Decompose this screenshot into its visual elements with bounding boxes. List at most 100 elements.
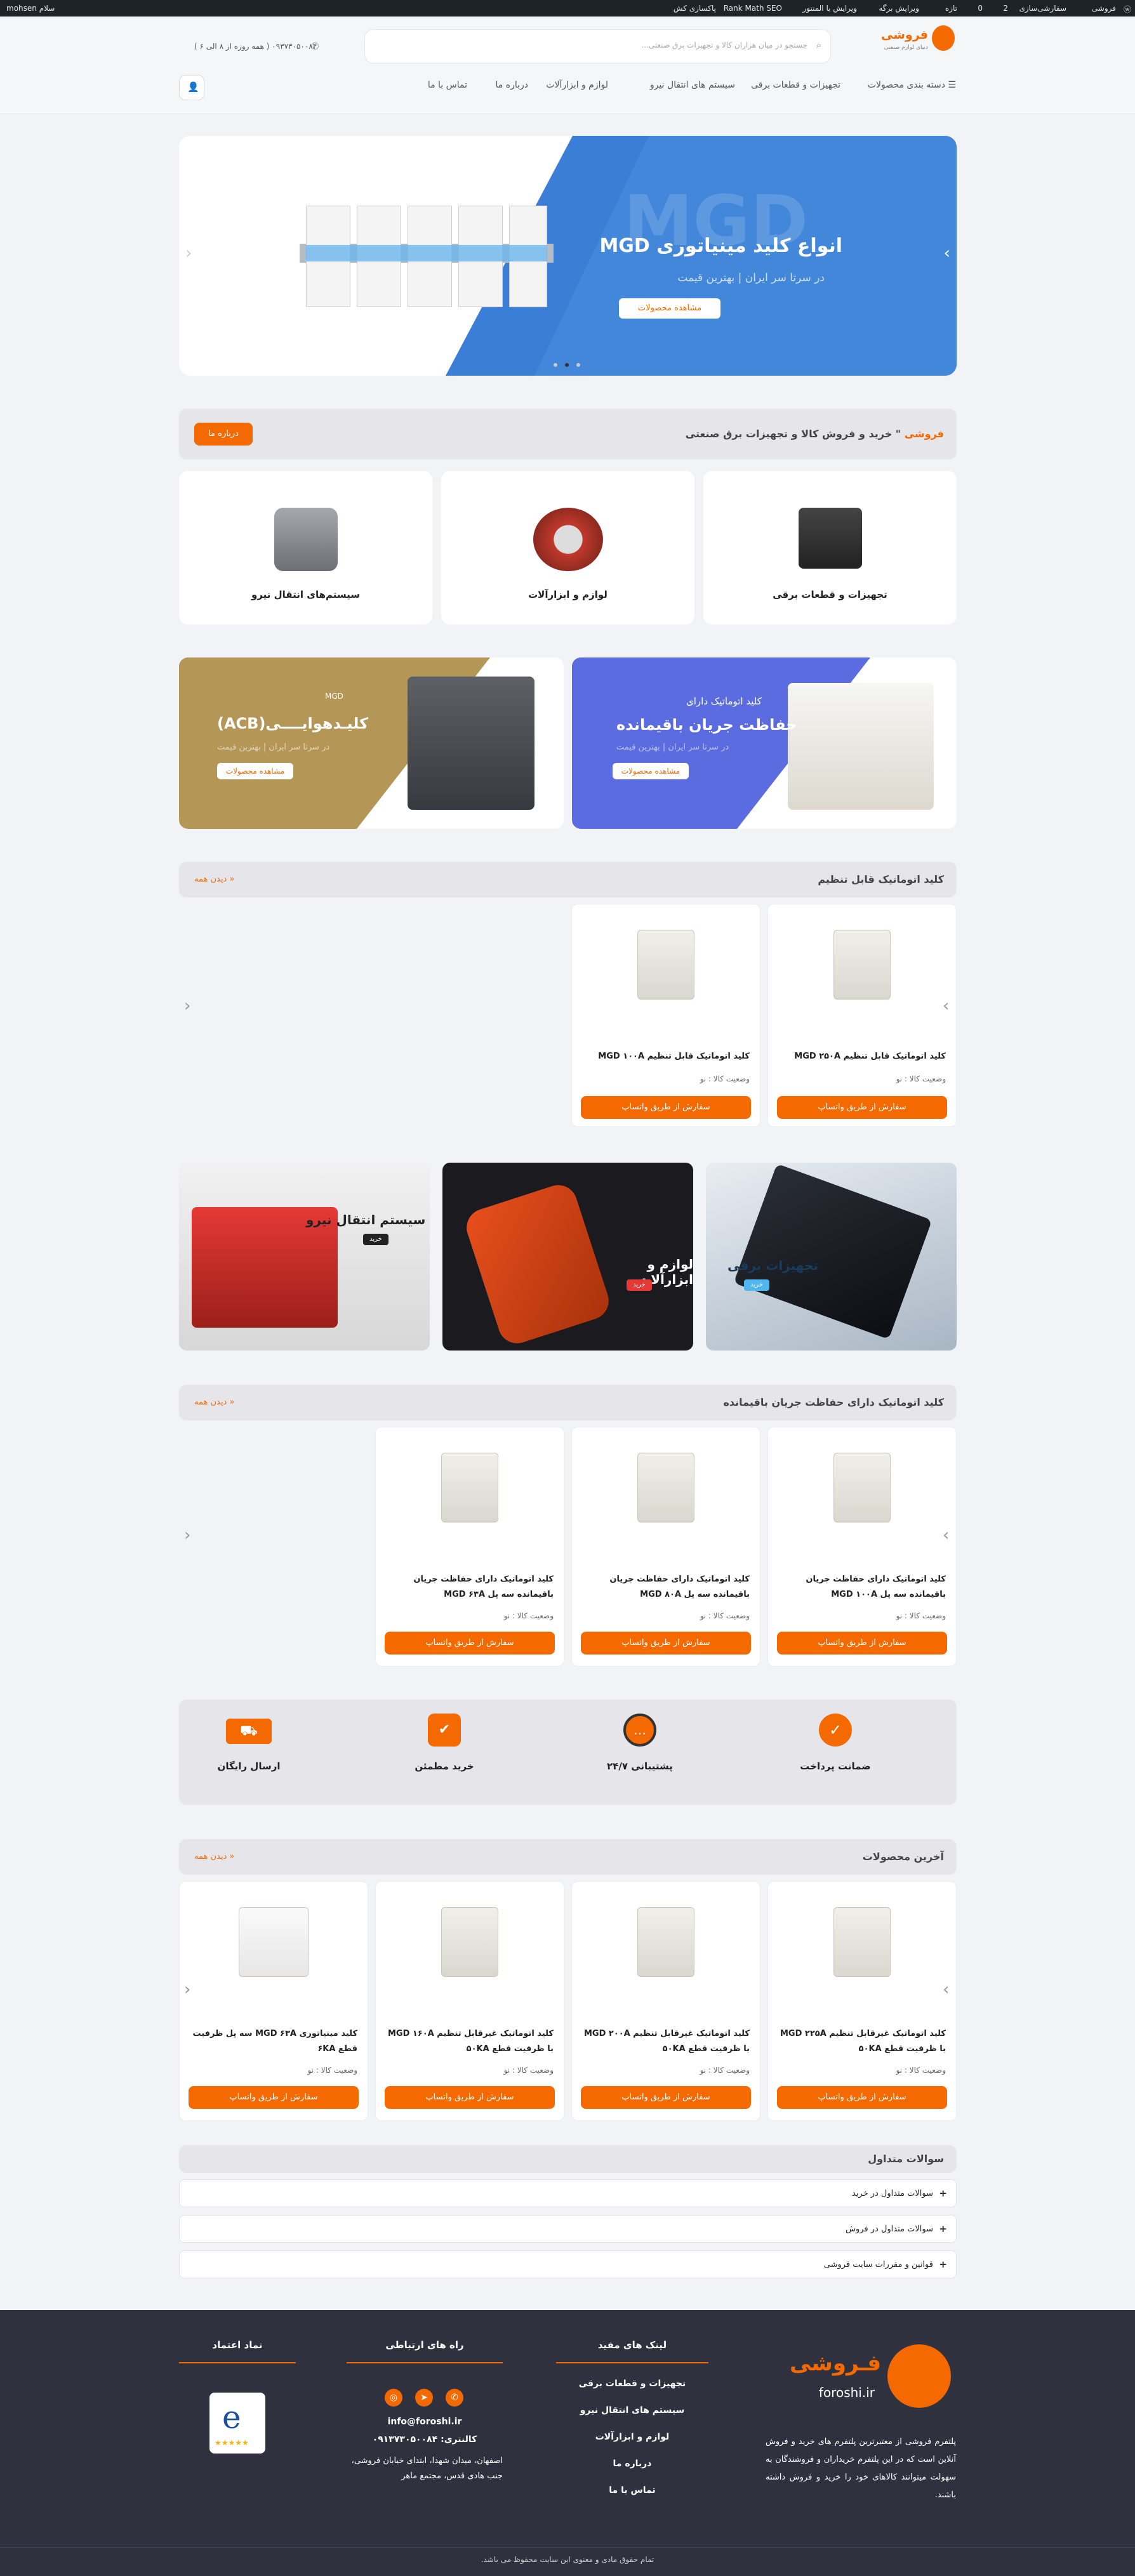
whatsapp-order-button[interactable]: سفارش از طریق واتساپ — [581, 2086, 751, 2109]
product-image[interactable] — [637, 1907, 694, 1977]
product-image[interactable] — [441, 1453, 498, 1522]
rcd-banner-button[interactable]: مشاهده محصولات — [613, 763, 689, 779]
product-name[interactable]: کلید مینیاتوری MGD ۶۳A سه پل ظرفیت قطع ۶… — [190, 2026, 357, 2057]
product-card[interactable]: کلید اتوماتیک قابل تنظیم MGD ۲۵۰A وضعیت … — [767, 904, 957, 1127]
instagram-icon[interactable]: ◎ — [385, 2389, 402, 2407]
whatsapp-order-button[interactable]: سفارش از طریق واتساپ — [189, 2086, 359, 2109]
carousel-prev-arrow[interactable]: › — [943, 996, 949, 1015]
nav-item-power[interactable]: سیستم های انتقال نیرو — [650, 80, 735, 90]
carousel-next-arrow[interactable]: ‹ — [184, 996, 190, 1015]
promo-buy-button[interactable]: خرید — [744, 1279, 769, 1291]
search-icon[interactable]: ⌕ — [816, 39, 821, 51]
product-image[interactable] — [637, 930, 694, 1000]
faq-question[interactable]: قوانین و مقررات سایت فروشی — [824, 2260, 933, 2269]
nav-categories[interactable]: ☰ دسته بندی محصولات — [868, 80, 956, 90]
carousel-next-arrow[interactable]: ‹ — [184, 1980, 190, 1999]
rcd-banner[interactable]: کلید اتوماتیک دارای حفاظت جریان باقیماند… — [572, 657, 957, 829]
view-all-link[interactable]: « دیدن همه — [194, 875, 234, 884]
promo-tile-power[interactable]: سیستم انتقال نیرو خرید — [179, 1163, 430, 1351]
logo-mark[interactable] — [932, 25, 955, 51]
product-image[interactable] — [833, 1907, 891, 1977]
about-us-button[interactable]: درباره ما — [194, 423, 253, 446]
nav-item-tools[interactable]: لوازم و ابزارآلات — [546, 80, 608, 90]
admin-greeting[interactable]: سلام mohsen — [6, 4, 55, 13]
product-card[interactable]: کلید اتوماتیک غیرقابل تنظیم MGD ۱۶۰A با … — [375, 1881, 564, 2121]
promo-tile-electrical[interactable]: تجهیزات برقی خرید — [706, 1163, 957, 1351]
admin-site-link[interactable]: فروشی — [1092, 4, 1116, 13]
product-name[interactable]: کلید اتوماتیک دارای حفاظت جریان باقیماند… — [778, 1572, 946, 1602]
promo-tile-tools[interactable]: لوازم و ابزارآلات خرید — [442, 1163, 693, 1351]
product-name[interactable]: کلید اتوماتیک دارای حفاظت جریان باقیماند… — [386, 1572, 554, 1602]
product-name[interactable]: کلید اتوماتیک غیرقابل تنظیم MGD ۲۲۵A با … — [778, 2026, 946, 2057]
plus-icon[interactable]: + — [939, 2223, 947, 2235]
product-image[interactable] — [833, 930, 891, 1000]
footer-link[interactable]: سیستم های انتقال نیرو — [556, 2405, 708, 2415]
carousel-prev-arrow[interactable]: › — [943, 1526, 949, 1545]
view-all-link[interactable]: « دیدن همه — [194, 1397, 234, 1407]
faq-item[interactable]: + سوالات متداول در فروش — [179, 2215, 957, 2243]
plus-icon[interactable]: + — [939, 2259, 947, 2270]
view-all-link[interactable]: « دیدن همه — [194, 1852, 234, 1861]
enamad-badge[interactable]: e ★★★★★ — [209, 2393, 265, 2454]
nav-item-electrical[interactable]: تجهیزات و قطعات برقی — [751, 80, 840, 90]
search-input[interactable]: جستجو در میان هزاران کالا و تجهیزات برق … — [641, 41, 807, 50]
slider-dot[interactable] — [554, 363, 557, 367]
whatsapp-order-button[interactable]: سفارش از طریق واتساپ — [777, 1632, 947, 1655]
admin-rankmath[interactable]: Rank Math SEO — [724, 4, 782, 13]
whatsapp-order-button[interactable]: سفارش از طریق واتساپ — [777, 2086, 947, 2109]
footer-link[interactable]: لوازم و ابزارآلات — [556, 2432, 708, 2442]
product-card[interactable]: کلید اتوماتیک غیرقابل تنظیم MGD ۲۰۰A با … — [571, 1881, 760, 2121]
nav-item-contact[interactable]: تماس با ما — [428, 80, 467, 90]
faq-question[interactable]: سوالات متداول در خرید — [852, 2189, 933, 2198]
promo-buy-button[interactable]: خرید — [627, 1279, 652, 1291]
product-card[interactable]: کلید مینیاتوری MGD ۶۳A سه پل ظرفیت قطع ۶… — [179, 1881, 368, 2121]
admin-comments[interactable]: 0 — [978, 4, 983, 13]
hero-next-arrow[interactable]: ‹ — [185, 244, 192, 263]
product-image[interactable] — [441, 1907, 498, 1977]
slider-dot-active[interactable] — [565, 363, 569, 367]
product-name[interactable]: کلید اتوماتیک غیرقابل تنظیم MGD ۱۶۰A با … — [386, 2026, 554, 2057]
whatsapp-order-button[interactable]: سفارش از طریق واتساپ — [777, 1096, 947, 1119]
wp-logo-icon[interactable]: ⓦ — [1124, 4, 1131, 15]
admin-elementor[interactable]: ویرایش با المنتور — [802, 4, 857, 13]
footer-email[interactable]: info@foroshi.ir — [347, 2417, 503, 2427]
product-name[interactable]: کلید اتوماتیک غیرقابل تنظیم MGD ۲۰۰A با … — [582, 2026, 750, 2057]
admin-new-link[interactable]: تازه — [945, 4, 957, 13]
product-name[interactable]: کلید اتوماتیک قابل تنظیم MGD ۱۰۰A — [582, 1049, 750, 1064]
whatsapp-order-button[interactable]: سفارش از طریق واتساپ — [581, 1096, 751, 1119]
plus-icon[interactable]: + — [939, 2188, 947, 2199]
product-image[interactable] — [239, 1907, 309, 1977]
slider-dot[interactable] — [576, 363, 580, 367]
footer-link[interactable]: درباره ما — [556, 2459, 708, 2469]
product-card[interactable]: کلید اتوماتیک دارای حفاظت جریان باقیماند… — [375, 1427, 564, 1667]
promo-buy-button[interactable]: خرید — [363, 1234, 388, 1245]
hero-cta-button[interactable]: مشاهده محصولات — [619, 298, 720, 319]
product-image[interactable] — [637, 1453, 694, 1522]
category-card-electrical[interactable]: تجهیزات و قطعات برقی — [703, 471, 957, 624]
brand-name[interactable]: فروشی — [881, 28, 928, 42]
user-account-button[interactable]: 👤 — [179, 75, 204, 100]
product-card[interactable]: کلید اتوماتیک غیرقابل تنظیم MGD ۲۲۵A با … — [767, 1881, 957, 2121]
whatsapp-icon[interactable]: ✆ — [446, 2389, 463, 2407]
carousel-prev-arrow[interactable]: › — [943, 1980, 949, 1999]
telegram-icon[interactable]: ➤ — [415, 2389, 433, 2407]
admin-customize-link[interactable]: سفارشی‌سازی — [1019, 4, 1066, 13]
search-box[interactable]: ⌕ جستجو در میان هزاران کالا و تجهیزات بر… — [364, 29, 831, 63]
whatsapp-order-button[interactable]: سفارش از طریق واتساپ — [581, 1632, 751, 1655]
product-card[interactable]: کلید اتوماتیک دارای حفاظت جریان باقیماند… — [571, 1427, 760, 1667]
product-image[interactable] — [833, 1453, 891, 1522]
footer-link[interactable]: تماس با ما — [556, 2485, 708, 2495]
footer-phone[interactable]: کالنتری: ۰۹۱۳۷۳۰۵۰۰۸۴ — [347, 2434, 503, 2445]
admin-cache[interactable]: پاکسازی کش — [674, 4, 716, 13]
whatsapp-order-button[interactable]: سفارش از طریق واتساپ — [385, 2086, 555, 2109]
category-card-power[interactable]: سیستم‌های انتقال نیرو — [179, 471, 432, 624]
admin-updates[interactable]: 2 — [1003, 4, 1008, 13]
faq-question[interactable]: سوالات متداول در فروش — [846, 2224, 933, 2234]
category-card-tools[interactable]: لوازم و ابزارآلات — [441, 471, 694, 624]
faq-item[interactable]: + سوالات متداول در خرید — [179, 2179, 957, 2207]
faq-item[interactable]: + قوانین و مقررات سایت فروشی — [179, 2250, 957, 2278]
product-card[interactable]: کلید اتوماتیک قابل تنظیم MGD ۱۰۰A وضعیت … — [571, 904, 760, 1127]
nav-item-about[interactable]: درباره ما — [496, 80, 528, 90]
hero-prev-arrow[interactable]: › — [944, 244, 950, 263]
whatsapp-order-button[interactable]: سفارش از طریق واتساپ — [385, 1632, 555, 1655]
